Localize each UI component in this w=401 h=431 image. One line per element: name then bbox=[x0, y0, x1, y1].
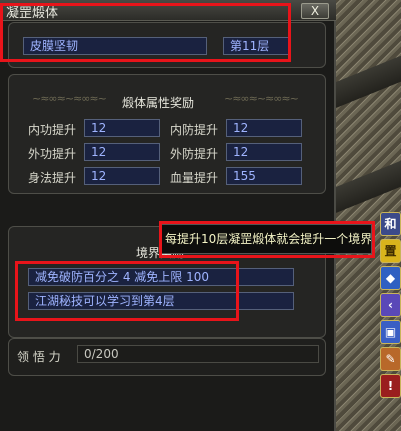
outer-defense-value: 12 bbox=[226, 143, 302, 161]
inner-attack-label: 内功提升 bbox=[28, 123, 77, 137]
left-ornament: ~≈∞≈~≈∞≈~ bbox=[32, 92, 106, 105]
pencil-icon[interactable]: ✎ bbox=[380, 347, 401, 371]
health-label: 血量提升 bbox=[170, 171, 219, 185]
inner-defense-label: 内防提升 bbox=[170, 123, 219, 137]
shield-icon[interactable]: ◆ bbox=[380, 266, 401, 290]
highlight-tooltip bbox=[159, 221, 375, 258]
attribute-section-title: 煅体属性奖励 bbox=[122, 96, 195, 110]
health-value: 155 bbox=[226, 167, 302, 185]
outer-attack-value: 12 bbox=[84, 143, 160, 161]
gold-icon[interactable]: 置 bbox=[380, 239, 401, 263]
highlight-header bbox=[0, 3, 291, 62]
bag-icon[interactable]: ▣ bbox=[380, 320, 401, 344]
side-toolbar: 和 置 ◆ ‹ ▣ ✎ ! bbox=[380, 212, 401, 401]
back-arrow-icon[interactable]: ‹ bbox=[380, 293, 401, 317]
right-ornament: ~≈∞≈~≈∞≈~ bbox=[224, 92, 298, 105]
agility-label: 身法提升 bbox=[28, 171, 77, 185]
comprehension-value: 0/200 bbox=[77, 345, 319, 363]
comprehension-label: 领 悟 力 bbox=[17, 350, 61, 364]
agility-value: 12 bbox=[84, 167, 160, 185]
inner-defense-value: 12 bbox=[226, 119, 302, 137]
inner-attack-value: 12 bbox=[84, 119, 160, 137]
roof-eave bbox=[330, 160, 401, 216]
roof-eave bbox=[330, 55, 401, 111]
alert-icon[interactable]: ! bbox=[380, 374, 401, 398]
highlight-realm-rewards bbox=[15, 261, 239, 321]
comprehension-box: 领 悟 力 0/200 bbox=[8, 338, 326, 376]
harmony-icon[interactable]: 和 bbox=[380, 212, 401, 236]
close-button[interactable]: X bbox=[301, 3, 329, 19]
outer-defense-label: 外防提升 bbox=[170, 147, 219, 161]
cultivation-panel: 凝罡煅体 X 皮膜坚韧 第11层 ~≈∞≈~≈∞≈~ 煅体属性奖励 ~≈∞≈~≈… bbox=[0, 0, 336, 431]
outer-attack-label: 外功提升 bbox=[28, 147, 77, 161]
